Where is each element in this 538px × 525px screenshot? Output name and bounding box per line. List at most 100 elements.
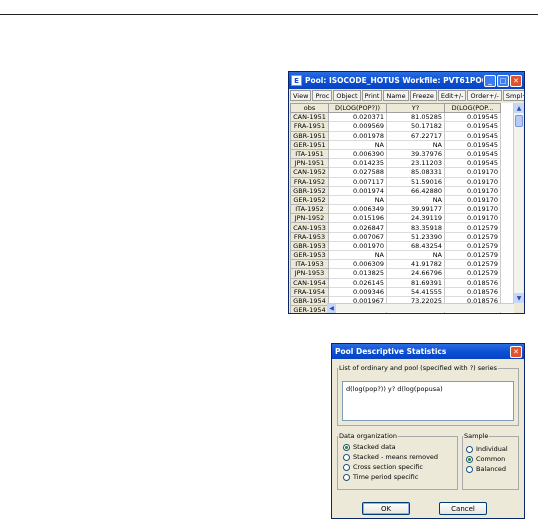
table-cell[interactable]: 0.009346 — [328, 287, 387, 297]
table-cell[interactable]: 0.019545 — [444, 140, 501, 150]
toolbar-button[interactable]: Object — [333, 90, 361, 101]
column-header[interactable]: D(LOG(POP?)) — [328, 103, 387, 114]
row-label[interactable]: FRA-1952 — [290, 176, 329, 187]
table-cell[interactable]: 0.019545 — [444, 131, 501, 141]
row-label[interactable]: FRA-1951 — [290, 121, 329, 132]
table-cell[interactable]: 81.69391 — [386, 278, 445, 288]
radio-button-icon[interactable] — [343, 463, 350, 471]
column-header[interactable]: obs — [290, 103, 329, 114]
spreadsheet-grid[interactable]: obs D(LOG(POP?)) Y? D(LOG(POP... CAN-1951 0.… — [290, 103, 514, 313]
table-cell[interactable]: 0.001974 — [328, 186, 387, 196]
row-label[interactable]: GER-1953 — [290, 249, 329, 261]
row-label[interactable]: GER-1951 — [290, 139, 329, 150]
maximize-icon[interactable]: □ — [497, 74, 509, 87]
table-cell[interactable]: NA — [328, 250, 387, 261]
table-cell[interactable]: 0.009569 — [328, 121, 387, 132]
ok-button[interactable]: OK — [362, 502, 410, 515]
row-label[interactable]: ITA-1953 — [290, 259, 329, 270]
close-icon[interactable]: ✕ — [510, 74, 522, 87]
table-cell[interactable]: 0.012579 — [444, 268, 501, 279]
radio-button-icon[interactable] — [343, 443, 350, 451]
scroll-down-icon[interactable]: ▼ — [514, 293, 524, 303]
table-cell[interactable]: 0.020371 — [328, 112, 387, 123]
table-cell[interactable]: 0.015196 — [328, 213, 387, 224]
row-label[interactable]: JPN-1953 — [290, 268, 329, 279]
table-cell[interactable]: NA — [386, 250, 445, 261]
table-cell[interactable]: 0.019170 — [444, 213, 501, 224]
row-label[interactable]: GBR-1952 — [290, 185, 329, 196]
table-cell[interactable]: 0.018576 — [444, 278, 501, 288]
toolbar-button[interactable]: Smpl+ — [502, 90, 524, 101]
toolbar-button[interactable]: Proc — [312, 90, 333, 101]
table-cell[interactable]: 0.026145 — [328, 278, 387, 288]
table-cell[interactable]: 0.019545 — [444, 149, 501, 160]
dialog-titlebar[interactable]: Pool Descriptive Statistics ✕ — [332, 344, 524, 359]
horizontal-scrollbar[interactable]: ◀ — [327, 303, 514, 313]
row-label[interactable]: FRA-1954 — [290, 286, 329, 297]
radio-button-icon[interactable] — [466, 465, 473, 473]
column-header[interactable]: Y? — [386, 103, 445, 114]
table-cell[interactable]: 51.59016 — [386, 177, 445, 187]
toolbar-button[interactable]: Order+/- — [467, 90, 502, 101]
table-cell[interactable]: 68.43254 — [386, 241, 445, 252]
data-organization-option[interactable]: Time period specific — [343, 472, 457, 482]
table-cell[interactable]: 0.013825 — [328, 268, 387, 279]
table-cell[interactable]: 0.012579 — [444, 250, 501, 261]
toolbar-button[interactable]: Edit+/- — [437, 90, 467, 101]
table-cell[interactable]: 0.019170 — [444, 204, 501, 215]
row-label[interactable]: GBR-1954 — [290, 295, 329, 307]
radio-button-icon[interactable] — [466, 455, 473, 463]
table-cell[interactable]: 0.012579 — [444, 259, 501, 270]
table-cell[interactable]: 0.001978 — [328, 131, 387, 141]
row-label[interactable]: GBR-1953 — [290, 240, 329, 252]
row-label[interactable]: FRA-1953 — [290, 231, 329, 242]
table-cell[interactable]: 23.11203 — [386, 158, 445, 169]
data-organization-option[interactable]: Cross section specific — [343, 462, 457, 472]
row-label[interactable]: CAN-1952 — [290, 167, 329, 178]
series-input[interactable]: d(log(pop?)) y? d(log(popusa) — [342, 381, 514, 421]
dialog-close-icon[interactable]: ✕ — [510, 345, 522, 358]
table-cell[interactable]: 54.41555 — [386, 287, 445, 297]
table-cell[interactable]: 0.006309 — [328, 259, 387, 270]
row-label[interactable]: GBR-1951 — [290, 130, 329, 141]
row-label[interactable]: JPN-1952 — [290, 213, 329, 224]
table-cell[interactable]: 0.006390 — [328, 149, 387, 160]
toolbar-button[interactable]: Print — [361, 90, 383, 101]
row-label[interactable]: ITA-1951 — [290, 148, 329, 160]
table-cell[interactable]: 0.019170 — [444, 186, 501, 196]
radio-button-icon[interactable] — [466, 445, 473, 453]
table-cell[interactable]: 0.019170 — [444, 177, 501, 187]
table-cell[interactable]: NA — [328, 195, 387, 206]
table-cell[interactable]: 0.019545 — [444, 121, 501, 132]
table-cell[interactable]: 0.012579 — [444, 241, 501, 252]
table-cell[interactable]: 83.35918 — [386, 222, 445, 233]
table-cell[interactable]: 0.006349 — [328, 204, 387, 215]
column-header[interactable]: D(LOG(POP... — [444, 103, 501, 114]
table-cell[interactable]: 0.007067 — [328, 232, 387, 242]
table-cell[interactable]: 0.027588 — [328, 167, 387, 178]
table-cell[interactable]: 0.018576 — [444, 287, 501, 297]
table-cell[interactable]: 39.37976 — [386, 149, 445, 160]
table-cell[interactable]: 24.66796 — [386, 268, 445, 279]
table-cell[interactable]: 50.17182 — [386, 121, 445, 132]
radio-button-icon[interactable] — [343, 453, 350, 461]
table-cell[interactable]: 24.39119 — [386, 213, 445, 224]
table-cell[interactable]: 51.23390 — [386, 232, 445, 242]
table-cell[interactable]: 0.019545 — [444, 112, 501, 123]
table-cell[interactable]: 85.08331 — [386, 167, 445, 178]
row-label[interactable]: GER-1954 — [290, 305, 329, 313]
pool-titlebar[interactable]: E Pool: ISOCODE_HOTUS Workfile: PVT61POO… — [289, 72, 524, 89]
table-cell[interactable]: 0.001970 — [328, 241, 387, 252]
table-cell[interactable]: NA — [386, 195, 445, 206]
data-organization-option[interactable]: Stacked - means removed — [343, 452, 457, 462]
row-label[interactable]: CAN-1953 — [290, 222, 329, 233]
table-cell[interactable]: 0.012579 — [444, 222, 501, 233]
table-cell[interactable]: 0.019170 — [444, 167, 501, 178]
table-cell[interactable]: 81.05285 — [386, 112, 445, 123]
cancel-button[interactable]: Cancel — [439, 502, 487, 515]
table-cell[interactable]: 0.019170 — [444, 195, 501, 206]
toolbar-button[interactable]: View — [290, 90, 312, 101]
row-label[interactable]: CAN-1951 — [290, 112, 329, 123]
scroll-left-icon[interactable]: ◀ — [327, 304, 336, 313]
table-cell[interactable]: NA — [328, 140, 387, 150]
